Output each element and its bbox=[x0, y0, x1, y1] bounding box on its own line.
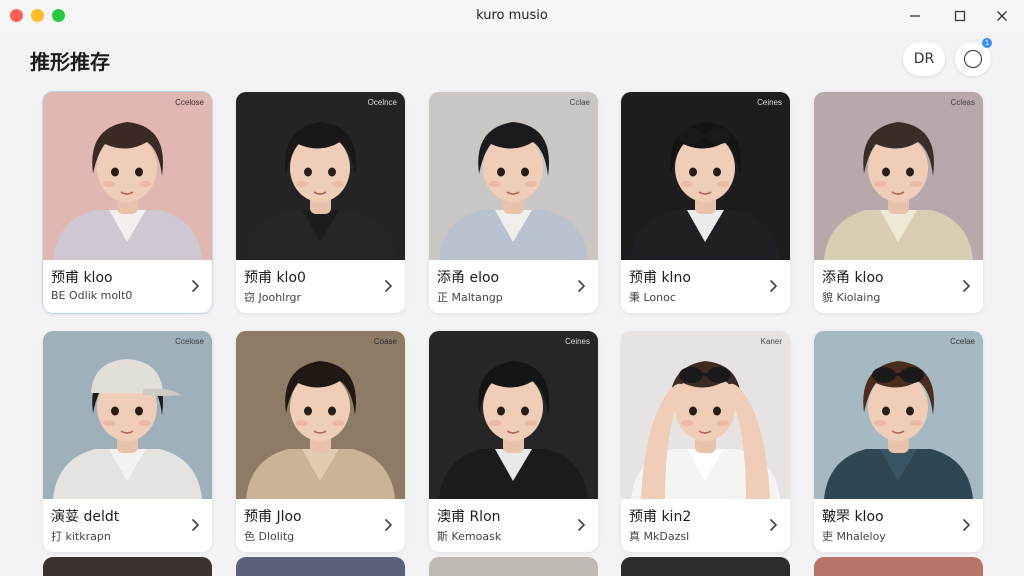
recommendation-card[interactable]: Ccelae 鞁罘 kloo 吏 Mhaleloy bbox=[814, 331, 983, 552]
card-title: 预甫 klo0 bbox=[244, 270, 306, 286]
window-title: kuro musio bbox=[476, 8, 548, 23]
card-cover-image: Ccelae bbox=[814, 331, 983, 499]
recommendation-card[interactable]: Cclae 添甬 eloo 正 Maltangp bbox=[429, 92, 598, 313]
recommendation-card[interactable] bbox=[43, 557, 212, 576]
card-cover-image: Cclae bbox=[429, 92, 598, 260]
card-brand-mark: Ccelose bbox=[175, 337, 204, 346]
card-subtitle: 吏 Mhaleloy bbox=[822, 530, 886, 543]
card-subtitle: 打 kitkrapn bbox=[51, 530, 111, 543]
card-title: 澳甫 Rlon bbox=[437, 509, 501, 525]
card-title: 预甫 Jloo bbox=[244, 509, 302, 525]
window-titlebar: kuro musio bbox=[0, 0, 1024, 32]
minimize-icon[interactable] bbox=[903, 4, 927, 28]
card-subtitle: 色 Dlolitg bbox=[244, 530, 295, 543]
card-subtitle: 秉 Lonoc bbox=[629, 291, 676, 304]
card-title: 添甬 kloo bbox=[822, 270, 884, 286]
card-cover-image: Coase bbox=[236, 331, 405, 499]
chevron-right-icon[interactable] bbox=[575, 517, 587, 531]
card-cover-image: Ccelose bbox=[43, 92, 212, 260]
card-brand-mark: Ceines bbox=[565, 337, 590, 346]
recommendation-card[interactable]: Ccelose 预甫 kloo BE Odlik molt0 bbox=[43, 92, 212, 313]
card-brand-mark: Ceines bbox=[757, 98, 782, 107]
card-brand-mark: Cclae bbox=[569, 98, 590, 107]
card-brand-mark: Ccelae bbox=[950, 337, 975, 346]
card-title: 预甫 kin2 bbox=[629, 509, 692, 525]
recommendation-card[interactable] bbox=[429, 557, 598, 576]
profile-button-label: DR bbox=[913, 51, 935, 67]
chevron-right-icon[interactable] bbox=[382, 517, 394, 531]
card-cover-image: Ccelose bbox=[43, 331, 212, 499]
card-title: 演荽 deldt bbox=[51, 509, 120, 525]
recommendation-card[interactable]: Ceines 澳甫 Rlon 斯 Kemoask bbox=[429, 331, 598, 552]
card-title: 预甫 kloo bbox=[51, 270, 113, 286]
card-title: 添甬 eloo bbox=[437, 270, 500, 286]
card-title: 预甫 klno bbox=[629, 270, 691, 286]
card-cover-image: Ceines bbox=[621, 92, 790, 260]
card-brand-mark: Ocelnce bbox=[367, 98, 397, 107]
card-brand-mark: Coase bbox=[373, 337, 397, 346]
recommendation-card[interactable]: Coase 预甫 Jloo 色 Dlolitg bbox=[236, 331, 405, 552]
chevron-right-icon[interactable] bbox=[189, 517, 201, 531]
card-title: 鞁罘 kloo bbox=[822, 509, 884, 525]
card-cover-image: Ocelnce bbox=[236, 92, 405, 260]
card-subtitle: 正 Maltangp bbox=[437, 291, 503, 304]
card-subtitle: 窃 Joohlrgr bbox=[244, 291, 302, 304]
circle-icon bbox=[964, 50, 982, 68]
recommendation-card[interactable]: Kaner 预甫 kin2 真 MkDazsl bbox=[621, 331, 790, 552]
card-subtitle: 斯 Kemoask bbox=[437, 530, 502, 543]
card-subtitle: 貌 Kiolaing bbox=[822, 291, 881, 304]
card-subtitle: BE Odlik molt0 bbox=[51, 289, 133, 302]
card-brand-mark: Kaner bbox=[760, 337, 782, 346]
chevron-right-icon[interactable] bbox=[189, 278, 201, 292]
card-cover-image: Ceines bbox=[429, 331, 598, 499]
recommendation-card[interactable]: Ccelose 演荽 deldt 打 kitkrapn bbox=[43, 331, 212, 552]
chevron-right-icon[interactable] bbox=[575, 278, 587, 292]
chevron-right-icon[interactable] bbox=[960, 517, 972, 531]
chevron-right-icon[interactable] bbox=[767, 517, 779, 531]
recommendation-card[interactable] bbox=[236, 557, 405, 576]
page-title: 推形推存 bbox=[30, 50, 110, 74]
card-cover-image: Ccleas bbox=[814, 92, 983, 260]
recommendation-card[interactable] bbox=[814, 557, 983, 576]
chevron-right-icon[interactable] bbox=[960, 278, 972, 292]
recommendation-card[interactable]: Ccleas 添甬 kloo 貌 Kiolaing bbox=[814, 92, 983, 313]
notification-badge: 1 bbox=[982, 38, 992, 48]
chevron-right-icon[interactable] bbox=[382, 278, 394, 292]
card-brand-mark: Ccelose bbox=[175, 98, 204, 107]
close-icon[interactable] bbox=[990, 4, 1014, 28]
card-cover-image: Kaner bbox=[621, 331, 790, 499]
card-brand-mark: Ccleas bbox=[950, 98, 975, 107]
maximize-icon[interactable] bbox=[948, 4, 972, 28]
recommendation-card[interactable]: Ocelnce 预甫 klo0 窃 Joohlrgr bbox=[236, 92, 405, 313]
chevron-right-icon[interactable] bbox=[767, 278, 779, 292]
recommendation-card[interactable] bbox=[621, 557, 790, 576]
profile-button[interactable]: DR bbox=[903, 42, 945, 76]
recommendation-card[interactable]: Ceines 预甫 klno 秉 Lonoc bbox=[621, 92, 790, 313]
card-subtitle: 真 MkDazsl bbox=[629, 530, 690, 543]
